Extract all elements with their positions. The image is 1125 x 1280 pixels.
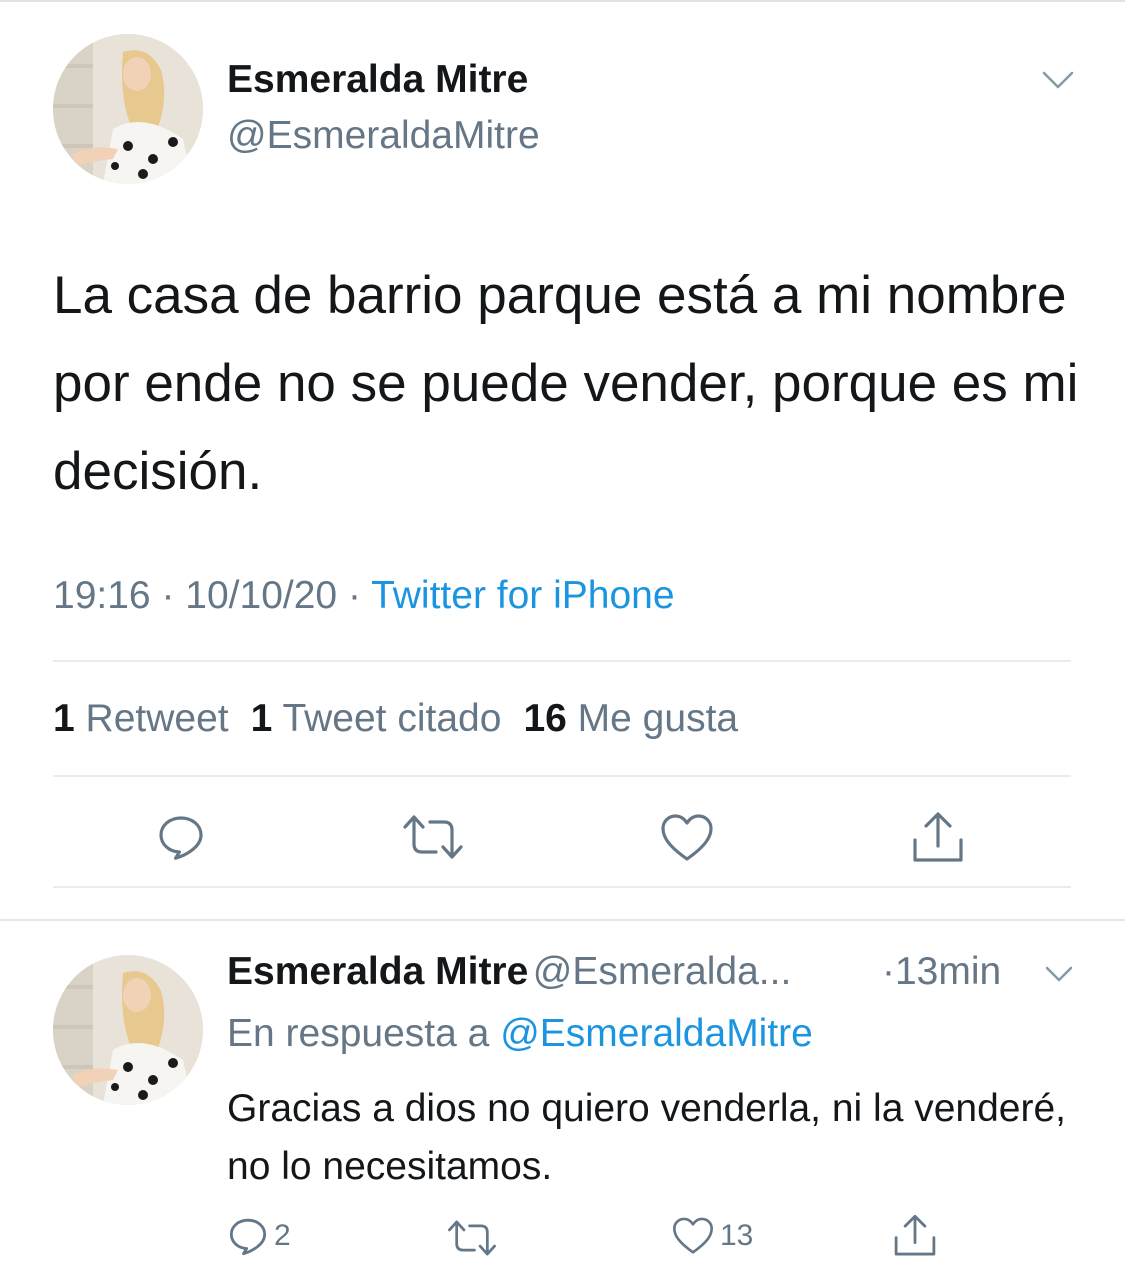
quotes-stat[interactable]: 1 Tweet citado bbox=[251, 697, 502, 740]
likes-label: Me gusta bbox=[577, 697, 739, 740]
likes-count: 16 bbox=[523, 697, 567, 740]
author-name[interactable]: Esmeralda Mitre bbox=[227, 58, 528, 102]
retweets-count: 1 bbox=[53, 697, 75, 740]
chevron-down-icon[interactable] bbox=[1042, 70, 1074, 90]
reply-count: 2 bbox=[274, 1219, 291, 1252]
avatar[interactable] bbox=[53, 955, 203, 1105]
author-handle[interactable]: @Esmeralda... bbox=[533, 950, 792, 993]
meta-separator: · bbox=[161, 574, 175, 617]
chevron-down-icon[interactable] bbox=[1045, 965, 1073, 983]
retweets-label: Retweet bbox=[85, 697, 229, 740]
reply-button[interactable]: 2 bbox=[228, 1216, 291, 1256]
quotes-label: Tweet citado bbox=[282, 697, 502, 740]
likes-stat[interactable]: 16 Me gusta bbox=[523, 697, 738, 740]
retweet-icon bbox=[448, 1220, 496, 1256]
like-count: 13 bbox=[720, 1219, 754, 1252]
retweet-icon bbox=[403, 815, 463, 859]
divider bbox=[53, 886, 1071, 888]
tweet-date: 10/10/20 bbox=[185, 574, 338, 617]
replying-to-label: En respuesta a bbox=[227, 1012, 490, 1055]
author-handle[interactable]: @EsmeraldaMitre bbox=[227, 114, 540, 158]
retweets-stat[interactable]: 1 Retweet bbox=[53, 697, 229, 740]
tweet-time: 19:16 bbox=[53, 574, 151, 617]
tweet-meta: 19:16 · 10/10/20 · Twitter for iPhone bbox=[53, 574, 675, 618]
author-name[interactable]: Esmeralda Mitre bbox=[227, 950, 528, 993]
avatar[interactable] bbox=[53, 34, 203, 184]
tweet-time[interactable]: ·13min bbox=[882, 950, 1001, 994]
avatar-photo bbox=[53, 955, 203, 1105]
like-icon bbox=[673, 1217, 713, 1254]
top-divider bbox=[0, 0, 1125, 2]
share-icon bbox=[913, 812, 963, 862]
replying-to: En respuesta a @EsmeraldaMitre bbox=[227, 1012, 813, 1056]
divider bbox=[53, 660, 1071, 662]
like-icon bbox=[661, 814, 713, 861]
reply-icon bbox=[159, 816, 203, 860]
reply-icon bbox=[229, 1218, 267, 1256]
reply-button[interactable] bbox=[157, 813, 205, 861]
thread-divider bbox=[0, 919, 1125, 921]
divider bbox=[53, 775, 1071, 777]
share-button[interactable] bbox=[892, 1213, 938, 1259]
tweet-source-link[interactable]: Twitter for iPhone bbox=[371, 574, 674, 617]
retweet-button[interactable] bbox=[402, 813, 464, 861]
avatar-photo bbox=[53, 34, 203, 184]
retweet-button[interactable] bbox=[447, 1218, 497, 1258]
tweet-text: La casa de barrio parque está a mi nombr… bbox=[53, 266, 1079, 501]
share-button[interactable] bbox=[910, 810, 966, 866]
meta-separator: · bbox=[347, 574, 361, 617]
tweet-stats: 1 Retweet 1 Tweet citado 16 Me gusta bbox=[53, 697, 738, 741]
quotes-count: 1 bbox=[250, 697, 273, 740]
share-icon bbox=[894, 1214, 936, 1256]
like-button[interactable] bbox=[660, 813, 714, 863]
like-button[interactable]: 13 bbox=[672, 1216, 753, 1256]
mention-link[interactable]: @EsmeraldaMitre bbox=[500, 1012, 813, 1055]
tweet-text: Gracias a dios no quiero venderla, ni la… bbox=[227, 1087, 1066, 1188]
